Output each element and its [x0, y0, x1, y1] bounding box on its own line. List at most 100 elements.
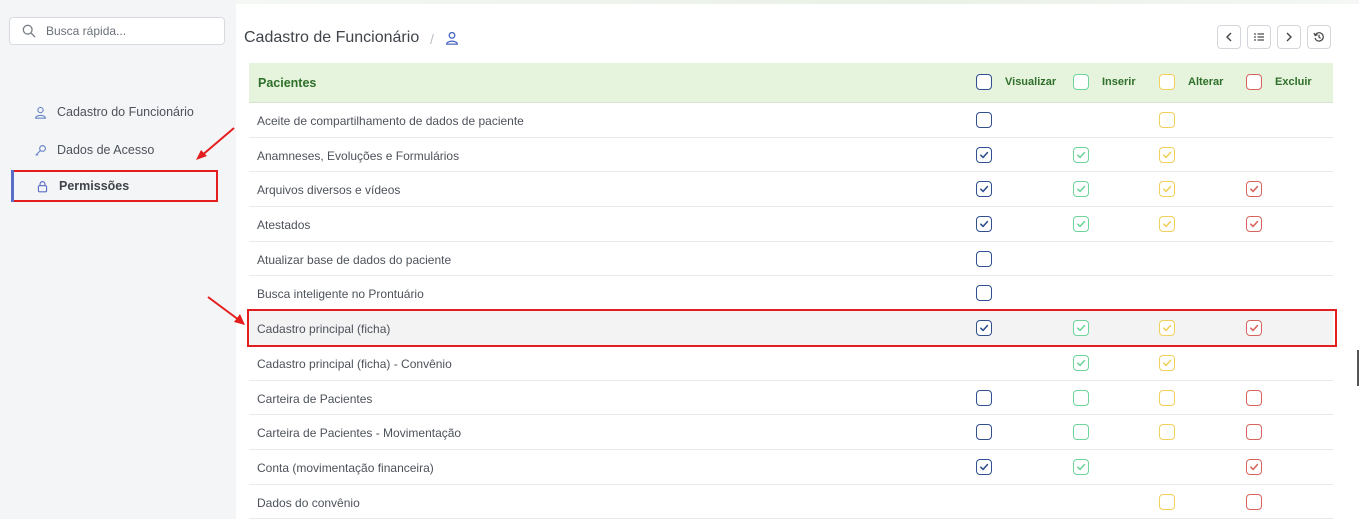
table-row: Arquivos diversos e vídeos: [249, 172, 1333, 208]
visualizar-checkbox[interactable]: [976, 216, 992, 233]
check-icon: [1077, 324, 1086, 332]
table-row: Carteira de Pacientes - Movimentação: [249, 415, 1333, 450]
permission-label: Anamneses, Evoluções e Formulários: [257, 148, 460, 163]
excluir-checkbox[interactable]: [1246, 389, 1262, 406]
excluir-checkbox[interactable]: [1246, 216, 1262, 233]
header-col-excluir: Excluir: [1246, 74, 1312, 90]
select-all-alterar-checkbox[interactable]: [1159, 74, 1175, 90]
inserir-checkbox[interactable]: [1073, 354, 1089, 371]
check-icon: [1250, 324, 1259, 332]
check-icon: [1163, 186, 1172, 193]
history-icon: [1313, 32, 1324, 42]
check-icon: [1163, 324, 1172, 332]
visualizar-checkbox[interactable]: [976, 458, 992, 475]
alterar-checkbox[interactable]: [1159, 320, 1175, 337]
sidebar-item-permissoes[interactable]: Permissões: [11, 170, 218, 202]
chevron-left-icon: [1226, 32, 1232, 42]
alterar-checkbox[interactable]: [1159, 181, 1175, 198]
check-icon: [1077, 151, 1086, 158]
main-content: Cadastro de Funcionário / Pacientes Visu…: [236, 0, 1359, 519]
select-all-inserir-checkbox[interactable]: [1073, 74, 1089, 90]
history-button[interactable]: [1307, 25, 1331, 49]
visualizar-checkbox[interactable]: [976, 424, 992, 441]
table-row: Atualizar base de dados do paciente: [249, 242, 1333, 277]
visualizar-checkbox[interactable]: [976, 389, 992, 406]
inserir-checkbox[interactable]: [1073, 146, 1089, 163]
check-icon: [1077, 186, 1086, 193]
select-all-visualizar-checkbox[interactable]: [976, 74, 992, 90]
check-icon: [980, 151, 989, 158]
sidebar-item-label: Dados de Acesso: [57, 143, 155, 157]
inserir-checkbox[interactable]: [1073, 216, 1089, 233]
visualizar-checkbox[interactable]: [976, 112, 992, 128]
permission-label: Carteira de Pacientes - Movimentação: [257, 426, 462, 441]
permission-label: Carteira de Pacientes: [257, 391, 373, 406]
check-icon: [980, 220, 989, 228]
excluir-checkbox[interactable]: [1246, 181, 1262, 198]
page-title: Cadastro de Funcionário: [244, 29, 420, 46]
visualizar-checkbox[interactable]: [976, 285, 992, 302]
check-icon: [1077, 220, 1086, 228]
column-header-label: Inserir: [1102, 76, 1136, 88]
alterar-checkbox[interactable]: [1159, 389, 1175, 406]
sidebar: Cadastro do Funcionário Dados de Acesso …: [0, 0, 236, 519]
table-row: Busca inteligente no Prontuário: [249, 276, 1333, 312]
table-header: Pacientes Visualizar Inserir Alterar Exclui…: [249, 63, 1333, 103]
permission-label: Aceite de compartilhamento de dados de p…: [257, 114, 524, 128]
quick-search-box[interactable]: [9, 17, 225, 45]
inserir-checkbox[interactable]: [1073, 424, 1089, 441]
annotation-arrow-sidebar: [196, 127, 235, 160]
check-icon: [980, 324, 989, 332]
quick-search-input[interactable]: [46, 24, 206, 38]
permission-label: Cadastro principal (ficha) - Convênio: [257, 356, 452, 371]
table-row: Aceite de compartilhamento de dados de p…: [249, 103, 1333, 138]
alterar-checkbox[interactable]: [1159, 424, 1175, 441]
table-row: Cadastro principal (ficha): [247, 309, 1337, 347]
table-row: Atestados: [249, 207, 1333, 242]
permission-label: Atestados: [257, 218, 311, 233]
permissions-table: Pacientes Visualizar Inserir Alterar Exclui…: [247, 63, 1337, 519]
alterar-checkbox[interactable]: [1159, 354, 1175, 371]
excluir-checkbox[interactable]: [1246, 493, 1262, 510]
breadcrumb-separator: /: [430, 31, 434, 47]
column-header-label: Visualizar: [1005, 76, 1057, 88]
check-icon: [1163, 220, 1172, 228]
excluir-checkbox[interactable]: [1246, 458, 1262, 475]
visualizar-checkbox[interactable]: [976, 146, 992, 163]
visualizar-checkbox[interactable]: [976, 181, 992, 198]
excluir-checkbox[interactable]: [1246, 424, 1262, 441]
alterar-checkbox[interactable]: [1159, 146, 1175, 163]
visualizar-checkbox[interactable]: [976, 250, 992, 267]
check-icon: [1163, 359, 1172, 367]
sidebar-item-cadastro-funcionario[interactable]: Cadastro do Funcionário: [12, 96, 218, 128]
permission-label: Conta (movimentação financeira): [257, 460, 434, 475]
alterar-checkbox[interactable]: [1159, 216, 1175, 233]
group-label: Pacientes: [258, 76, 317, 90]
table-row: Conta (movimentação financeira): [249, 450, 1333, 485]
select-all-excluir-checkbox[interactable]: [1246, 74, 1262, 90]
inserir-checkbox[interactable]: [1073, 389, 1089, 406]
check-icon: [1077, 463, 1086, 471]
inserir-checkbox[interactable]: [1073, 320, 1089, 337]
column-header-label: Excluir: [1275, 76, 1312, 88]
check-icon: [1250, 220, 1259, 228]
list-button[interactable]: [1247, 25, 1271, 49]
inserir-checkbox[interactable]: [1073, 458, 1089, 475]
visualizar-checkbox[interactable]: [976, 320, 992, 337]
alterar-checkbox[interactable]: [1159, 493, 1175, 510]
key-icon: [35, 144, 46, 156]
header-col-inserir: Inserir: [1073, 74, 1136, 90]
column-header-label: Alterar: [1188, 76, 1224, 88]
sidebar-item-dados-acesso[interactable]: Dados de Acesso: [12, 134, 218, 166]
previous-button[interactable]: [1217, 25, 1241, 49]
chevron-right-icon: [1286, 32, 1292, 42]
table-row: Cadastro principal (ficha) - Convênio: [249, 346, 1333, 381]
search-icon: [22, 24, 36, 38]
excluir-checkbox[interactable]: [1246, 320, 1262, 337]
user-icon: [446, 31, 458, 45]
alterar-checkbox[interactable]: [1159, 112, 1175, 128]
check-icon: [1250, 463, 1259, 471]
inserir-checkbox[interactable]: [1073, 181, 1089, 198]
next-button[interactable]: [1277, 25, 1301, 49]
permission-label: Busca inteligente no Prontuário: [257, 287, 424, 302]
